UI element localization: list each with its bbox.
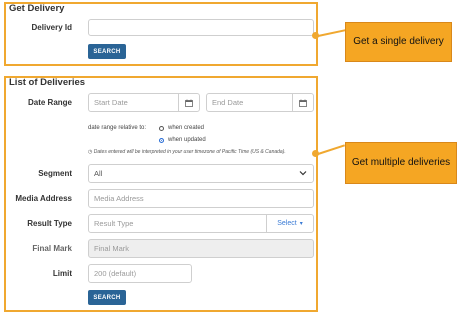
segment-label: Segment [38,169,72,178]
segment-value: All [94,169,103,178]
timezone-note-text: Dates entered will be interpreted in you… [93,149,286,155]
panel-title-list-deliveries: List of Deliveries [9,77,86,88]
option-when-updated-label: when updated [168,137,206,143]
result-type-label: Result Type [27,219,72,228]
caret-down-icon: ▾ [299,221,303,227]
option-when-created-label: when created [168,125,205,131]
radio-when-created[interactable] [159,126,164,131]
result-type-select-button[interactable]: Select ▾ [266,215,313,232]
callout-single-delivery: Get a single delivery [345,22,452,62]
media-address-input[interactable]: Media Address [88,189,314,208]
final-mark-input: Final Mark [88,239,314,258]
get-delivery-search-button[interactable]: SEARCH [88,44,126,59]
timezone-note: ◷ Dates entered will be interpreted in y… [88,149,286,155]
chevron-down-icon [299,169,307,179]
callout-connector [317,144,345,155]
segment-select[interactable]: All [88,164,314,183]
callout-multiple-deliveries: Get multiple deliveries [345,142,457,184]
media-address-label: Media Address [15,194,72,203]
select-label: Select [277,220,297,227]
limit-label: Limit [52,269,72,278]
radio-when-updated[interactable] [159,138,164,143]
callout-connector [317,29,346,37]
relative-text: date range relative to: [88,125,147,131]
start-date-input[interactable]: Start Date [88,93,200,112]
list-deliveries-panel: List of Deliveries Date Range Start Date… [4,76,318,312]
panel-title-get-delivery: Get Delivery [9,3,65,14]
result-type-placeholder: Result Type [94,219,134,228]
clock-icon: ◷ [88,149,93,155]
end-date-placeholder: End Date [212,98,244,107]
final-mark-label: Final Mark [32,244,72,253]
calendar-icon[interactable] [292,94,313,111]
get-delivery-panel: Get Delivery Delivery Id SEARCH [4,2,318,66]
end-date-input[interactable]: End Date [206,93,314,112]
delivery-id-label: Delivery Id [31,23,72,32]
delivery-id-input[interactable] [88,19,314,36]
date-range-label: Date Range [27,98,72,107]
start-date-placeholder: Start Date [94,98,128,107]
result-type-input[interactable]: Result Type Select ▾ [88,214,314,233]
list-deliveries-search-button[interactable]: SEARCH [88,290,126,305]
calendar-icon[interactable] [178,94,199,111]
limit-input[interactable]: 200 (default) [88,264,192,283]
